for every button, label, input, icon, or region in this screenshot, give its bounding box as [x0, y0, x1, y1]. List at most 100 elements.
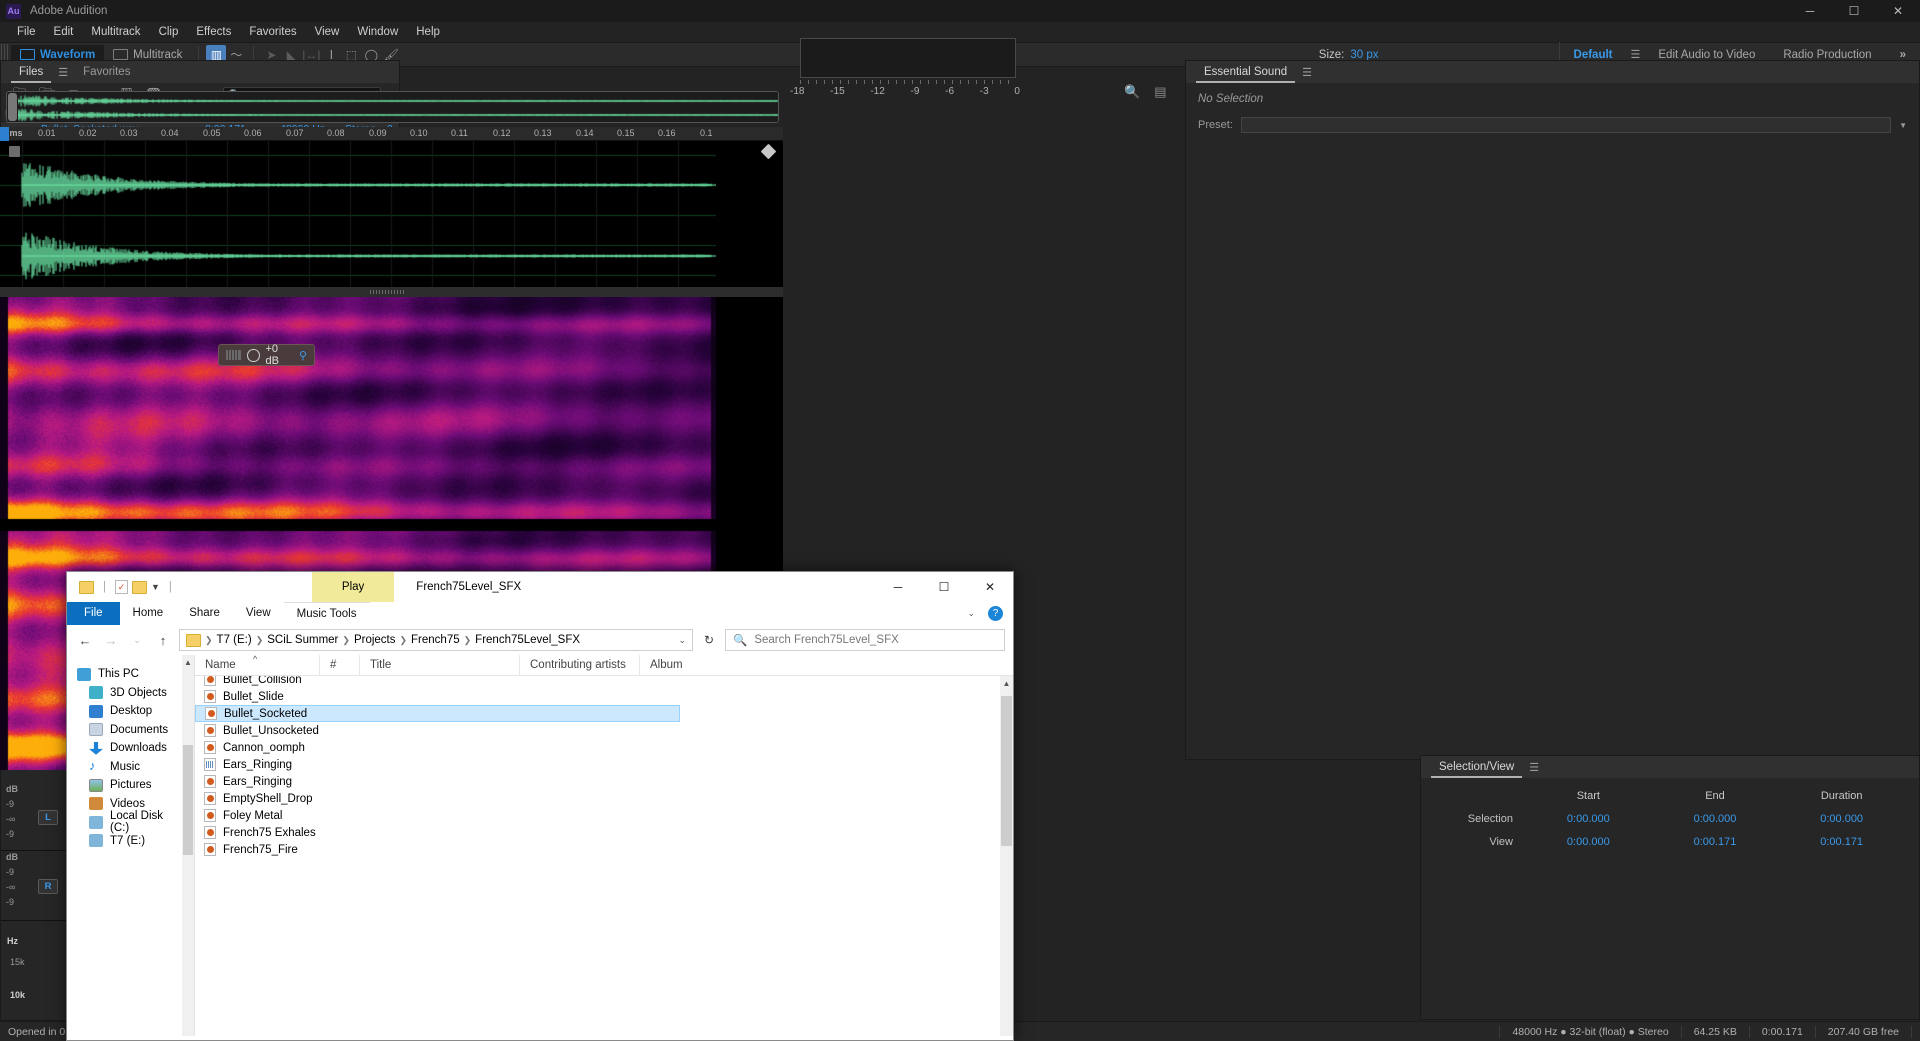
nav-item-local-disk-c[interactable]: Local Disk (C:) [67, 810, 182, 834]
nav-item-desktop[interactable]: Desktop [67, 702, 182, 721]
list-item[interactable]: Bullet_Unsocketed [195, 722, 1013, 739]
selection-start[interactable]: 0:00.000 [1525, 813, 1652, 825]
new-folder-icon[interactable] [132, 580, 147, 594]
menu-multitrack[interactable]: Multitrack [82, 22, 149, 42]
left-channel-handle[interactable] [9, 146, 20, 157]
waveform-display[interactable] [0, 141, 783, 287]
view-end[interactable]: 0:00.171 [1652, 836, 1779, 848]
view-duration[interactable]: 0:00.171 [1778, 836, 1905, 848]
list-item[interactable]: French75_Fire [195, 841, 1013, 858]
files-panel-menu-icon[interactable]: ☰ [54, 66, 72, 79]
properties-icon[interactable]: ✓ [115, 580, 128, 594]
list-item[interactable]: Ears_Ringing [195, 756, 1013, 773]
menu-effects[interactable]: Effects [187, 22, 240, 42]
explorer-search-box[interactable]: 🔍 Search French75Level_SFX [725, 629, 1005, 651]
help-icon[interactable]: ? [988, 606, 1003, 621]
explorer-maximize-button[interactable]: ☐ [921, 572, 967, 602]
column-title[interactable]: Title [360, 654, 520, 676]
breadcrumb-item-french75[interactable]: French75 [411, 634, 460, 646]
refresh-icon[interactable]: ↻ [699, 633, 719, 647]
menu-help[interactable]: Help [407, 22, 449, 42]
chevron-down-icon[interactable]: ▼ [1899, 121, 1907, 130]
menu-view[interactable]: View [306, 22, 349, 42]
list-item[interactable]: Cannon_oomph [195, 739, 1013, 756]
list-item[interactable]: French75 Exhales [195, 824, 1013, 841]
tab-favorites[interactable]: Favorites [75, 61, 138, 83]
file-explorer-window[interactable]: | ✓ ▼ | Play French75Level_SFX ─ ☐ ✕ Fil… [66, 571, 1014, 1041]
explorer-close-button[interactable]: ✕ [967, 572, 1013, 602]
tab-essential-sound[interactable]: Essential Sound [1196, 61, 1296, 83]
breadcrumb-item-projects[interactable]: Projects [354, 634, 396, 646]
nav-item-this-pc[interactable]: This PC [67, 665, 182, 684]
explorer-nav-scrollbar[interactable]: ▲ [182, 655, 194, 1036]
nav-item-downloads[interactable]: Downloads [67, 739, 182, 758]
list-item[interactable]: Bullet_Collision [195, 676, 1013, 688]
breadcrumb-item-drive[interactable]: T7 (E:) [217, 634, 252, 646]
ribbon-tab-file[interactable]: File [67, 602, 120, 625]
nav-handle-left[interactable] [8, 93, 17, 121]
right-channel-button[interactable]: R [38, 879, 58, 894]
navigation-overview[interactable] [6, 91, 779, 123]
list-item[interactable]: Ears_Ringing [195, 773, 1013, 790]
level-meter-bars[interactable] [800, 38, 1016, 78]
explorer-minimize-button[interactable]: ─ [875, 572, 921, 602]
scroll-up-icon[interactable]: ▲ [1000, 676, 1013, 691]
ribbon-tab-music-tools[interactable]: Music Tools [283, 602, 370, 625]
column-contributing-artists[interactable]: Contributing artists [520, 654, 640, 676]
maximize-button[interactable]: ☐ [1832, 0, 1876, 22]
preset-dropdown[interactable] [1240, 117, 1892, 133]
pin-icon[interactable]: ⚲ [299, 349, 307, 362]
waveform-horizontal-scrollbar[interactable] [0, 287, 783, 297]
menu-file[interactable]: File [8, 22, 45, 42]
menu-favorites[interactable]: Favorites [240, 22, 305, 42]
breadcrumb-dropdown-icon[interactable]: ⌄ [678, 635, 686, 646]
workspace-default[interactable]: Default [1560, 49, 1627, 61]
workspace-edit-audio-to-video[interactable]: Edit Audio to Video [1644, 49, 1769, 61]
folder-icon[interactable] [79, 580, 94, 594]
ribbon-tab-home[interactable]: Home [120, 602, 177, 625]
list-item[interactable]: EmptyShell_Drop [195, 790, 1013, 807]
list-scroll-thumb[interactable] [1001, 696, 1012, 846]
play-context-tab[interactable]: Play [311, 572, 395, 602]
ribbon-tab-view[interactable]: View [233, 602, 284, 625]
left-channel-button[interactable]: L [38, 810, 58, 825]
layout-icon[interactable]: ▤ [1154, 84, 1166, 100]
explorer-list-scrollbar[interactable]: ▲ [1000, 676, 1013, 1036]
size-value[interactable]: 30 px [1350, 49, 1378, 61]
scroll-grip[interactable] [370, 290, 404, 294]
selection-view-menu-icon[interactable]: ☰ [1525, 761, 1543, 774]
scroll-up-icon[interactable]: ▲ [182, 655, 194, 669]
tab-files[interactable]: Files [11, 61, 52, 83]
workspace-more-icon[interactable]: » [1886, 49, 1920, 61]
selection-duration[interactable]: 0:00.000 [1778, 813, 1905, 825]
menu-clip[interactable]: Clip [150, 22, 188, 42]
menu-window[interactable]: Window [348, 22, 407, 42]
view-start[interactable]: 0:00.000 [1525, 836, 1652, 848]
nav-item-music[interactable]: ♪ Music [67, 758, 182, 777]
zoom-out-full-icon[interactable]: 🔍 [1124, 84, 1140, 100]
nav-item-documents[interactable]: Documents [67, 721, 182, 740]
forward-button[interactable]: → [101, 633, 121, 648]
back-button[interactable]: ← [75, 633, 95, 648]
list-item[interactable]: Bullet_Slide [195, 688, 1013, 705]
essential-sound-menu-icon[interactable]: ☰ [1298, 66, 1316, 79]
right-channel-handle[interactable] [760, 143, 777, 160]
chevron-down-icon[interactable]: ▼ [151, 582, 160, 592]
breadcrumb-item-current[interactable]: French75Level_SFX [475, 634, 580, 646]
tab-selection-view[interactable]: Selection/View [1431, 756, 1523, 778]
nav-item-pictures[interactable]: Pictures [67, 776, 182, 795]
minimize-button[interactable]: ─ [1788, 0, 1832, 22]
playhead-marker[interactable] [0, 127, 9, 141]
breadcrumb-item-scil-summer[interactable]: SCiL Summer [267, 634, 338, 646]
menu-edit[interactable]: Edit [45, 22, 83, 42]
nav-scroll-thumb[interactable] [183, 745, 193, 855]
gain-tooltip[interactable]: +0 dB ⚲ [218, 343, 315, 367]
up-button[interactable]: ↑ [153, 633, 173, 648]
ribbon-collapse-icon[interactable]: ⌄ [967, 608, 975, 619]
workspace-radio-production[interactable]: Radio Production [1769, 49, 1885, 61]
column-number[interactable]: # [320, 654, 360, 676]
recent-locations-icon[interactable]: ⌄ [127, 635, 147, 646]
nav-item-3d-objects[interactable]: 3D Objects [67, 684, 182, 703]
ribbon-tab-share[interactable]: Share [176, 602, 233, 625]
timeline-ruler[interactable]: hms 0.01 0.02 0.03 0.04 0.05 0.06 0.07 0… [0, 127, 783, 141]
